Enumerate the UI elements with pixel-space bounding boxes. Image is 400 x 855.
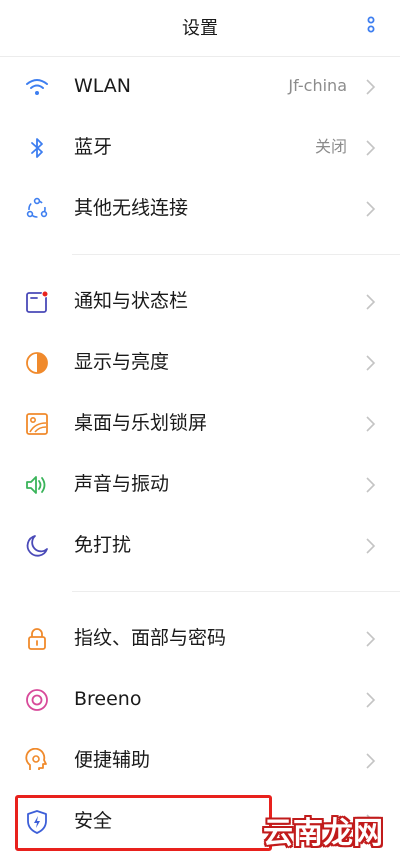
notification-icon — [26, 290, 49, 313]
bluetooth-icon — [31, 138, 43, 158]
chevron-right-icon — [366, 477, 376, 493]
settings-item-label: 蓝牙 — [74, 136, 113, 158]
chevron-right-icon — [366, 692, 376, 708]
wifi-icon — [26, 79, 48, 95]
chevron-right-icon — [366, 140, 376, 156]
wireless-connections-icon — [26, 197, 48, 218]
settings-item-fingerprint-face-password[interactable]: 指纹、面部与密码 — [0, 608, 400, 669]
settings-item-bluetooth[interactable]: 蓝牙 关闭 — [0, 117, 400, 178]
settings-item-label: 便捷辅助 — [74, 749, 151, 771]
lock-icon — [28, 628, 46, 650]
assist-icon — [25, 748, 47, 770]
chevron-right-icon — [366, 631, 376, 647]
settings-item-notifications[interactable]: 通知与状态栏 — [0, 271, 400, 332]
settings-item-do-not-disturb[interactable]: 免打扰 — [0, 515, 400, 576]
chevron-right-icon — [366, 416, 376, 432]
settings-item-label: 声音与振动 — [74, 473, 170, 495]
settings-item-label: Breeno — [74, 688, 142, 710]
more-vertical-icon — [367, 16, 375, 33]
settings-item-wlan[interactable]: WLAN Jf-china — [0, 56, 400, 117]
settings-item-label: 指纹、面部与密码 — [74, 627, 227, 649]
brightness-icon — [26, 352, 48, 374]
settings-item-label: WLAN — [74, 75, 132, 97]
watermark: 云南龙网 — [263, 816, 383, 851]
chevron-right-icon — [366, 355, 376, 371]
moon-icon — [26, 535, 48, 557]
settings-item-other-wireless[interactable]: 其他无线连接 — [0, 178, 400, 239]
chevron-right-icon — [366, 538, 376, 554]
settings-item-desktop-lockscreen[interactable]: 桌面与乐划锁屏 — [0, 393, 400, 454]
speaker-icon — [26, 476, 46, 494]
more-options-button[interactable] — [360, 14, 382, 40]
settings-item-value: Jf-china — [288, 76, 347, 95]
highlight-annotation-box — [15, 795, 272, 851]
settings-item-breeno[interactable]: Breeno — [0, 669, 400, 730]
wallpaper-icon — [26, 413, 48, 435]
group-divider — [72, 591, 400, 592]
settings-item-label: 免打扰 — [74, 534, 132, 556]
settings-item-sound[interactable]: 声音与振动 — [0, 454, 400, 515]
breeno-icon — [26, 689, 48, 711]
settings-item-display[interactable]: 显示与亮度 — [0, 332, 400, 393]
group-divider — [72, 254, 400, 255]
settings-item-label: 其他无线连接 — [74, 197, 189, 219]
chevron-right-icon — [366, 753, 376, 769]
settings-item-convenience-assist[interactable]: 便捷辅助 — [0, 730, 400, 791]
settings-item-value: 关闭 — [314, 137, 347, 156]
chevron-right-icon — [366, 79, 376, 95]
chevron-right-icon — [366, 294, 376, 310]
settings-item-label: 桌面与乐划锁屏 — [74, 412, 208, 434]
settings-item-label: 通知与状态栏 — [74, 290, 189, 312]
settings-item-label: 显示与亮度 — [74, 351, 170, 373]
page-title: 设置 — [182, 18, 218, 39]
chevron-right-icon — [366, 201, 376, 217]
title-bar: 设置 — [0, 0, 400, 56]
